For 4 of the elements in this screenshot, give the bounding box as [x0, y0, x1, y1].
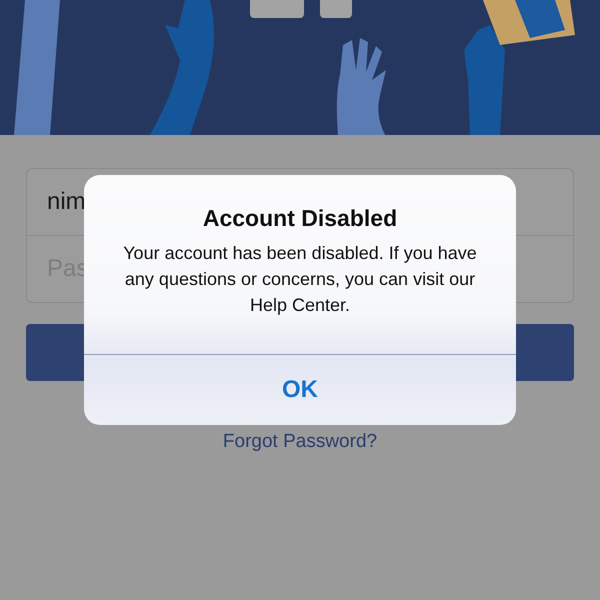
ok-button[interactable]: OK: [84, 354, 516, 425]
alert-title: Account Disabled: [202, 205, 398, 232]
alert-message: Your account has been disabled. If you have any questions or concerns, you can visit our Help Center.: [122, 242, 478, 317]
forgot-password-link[interactable]: Forgot Password?: [222, 431, 378, 453]
